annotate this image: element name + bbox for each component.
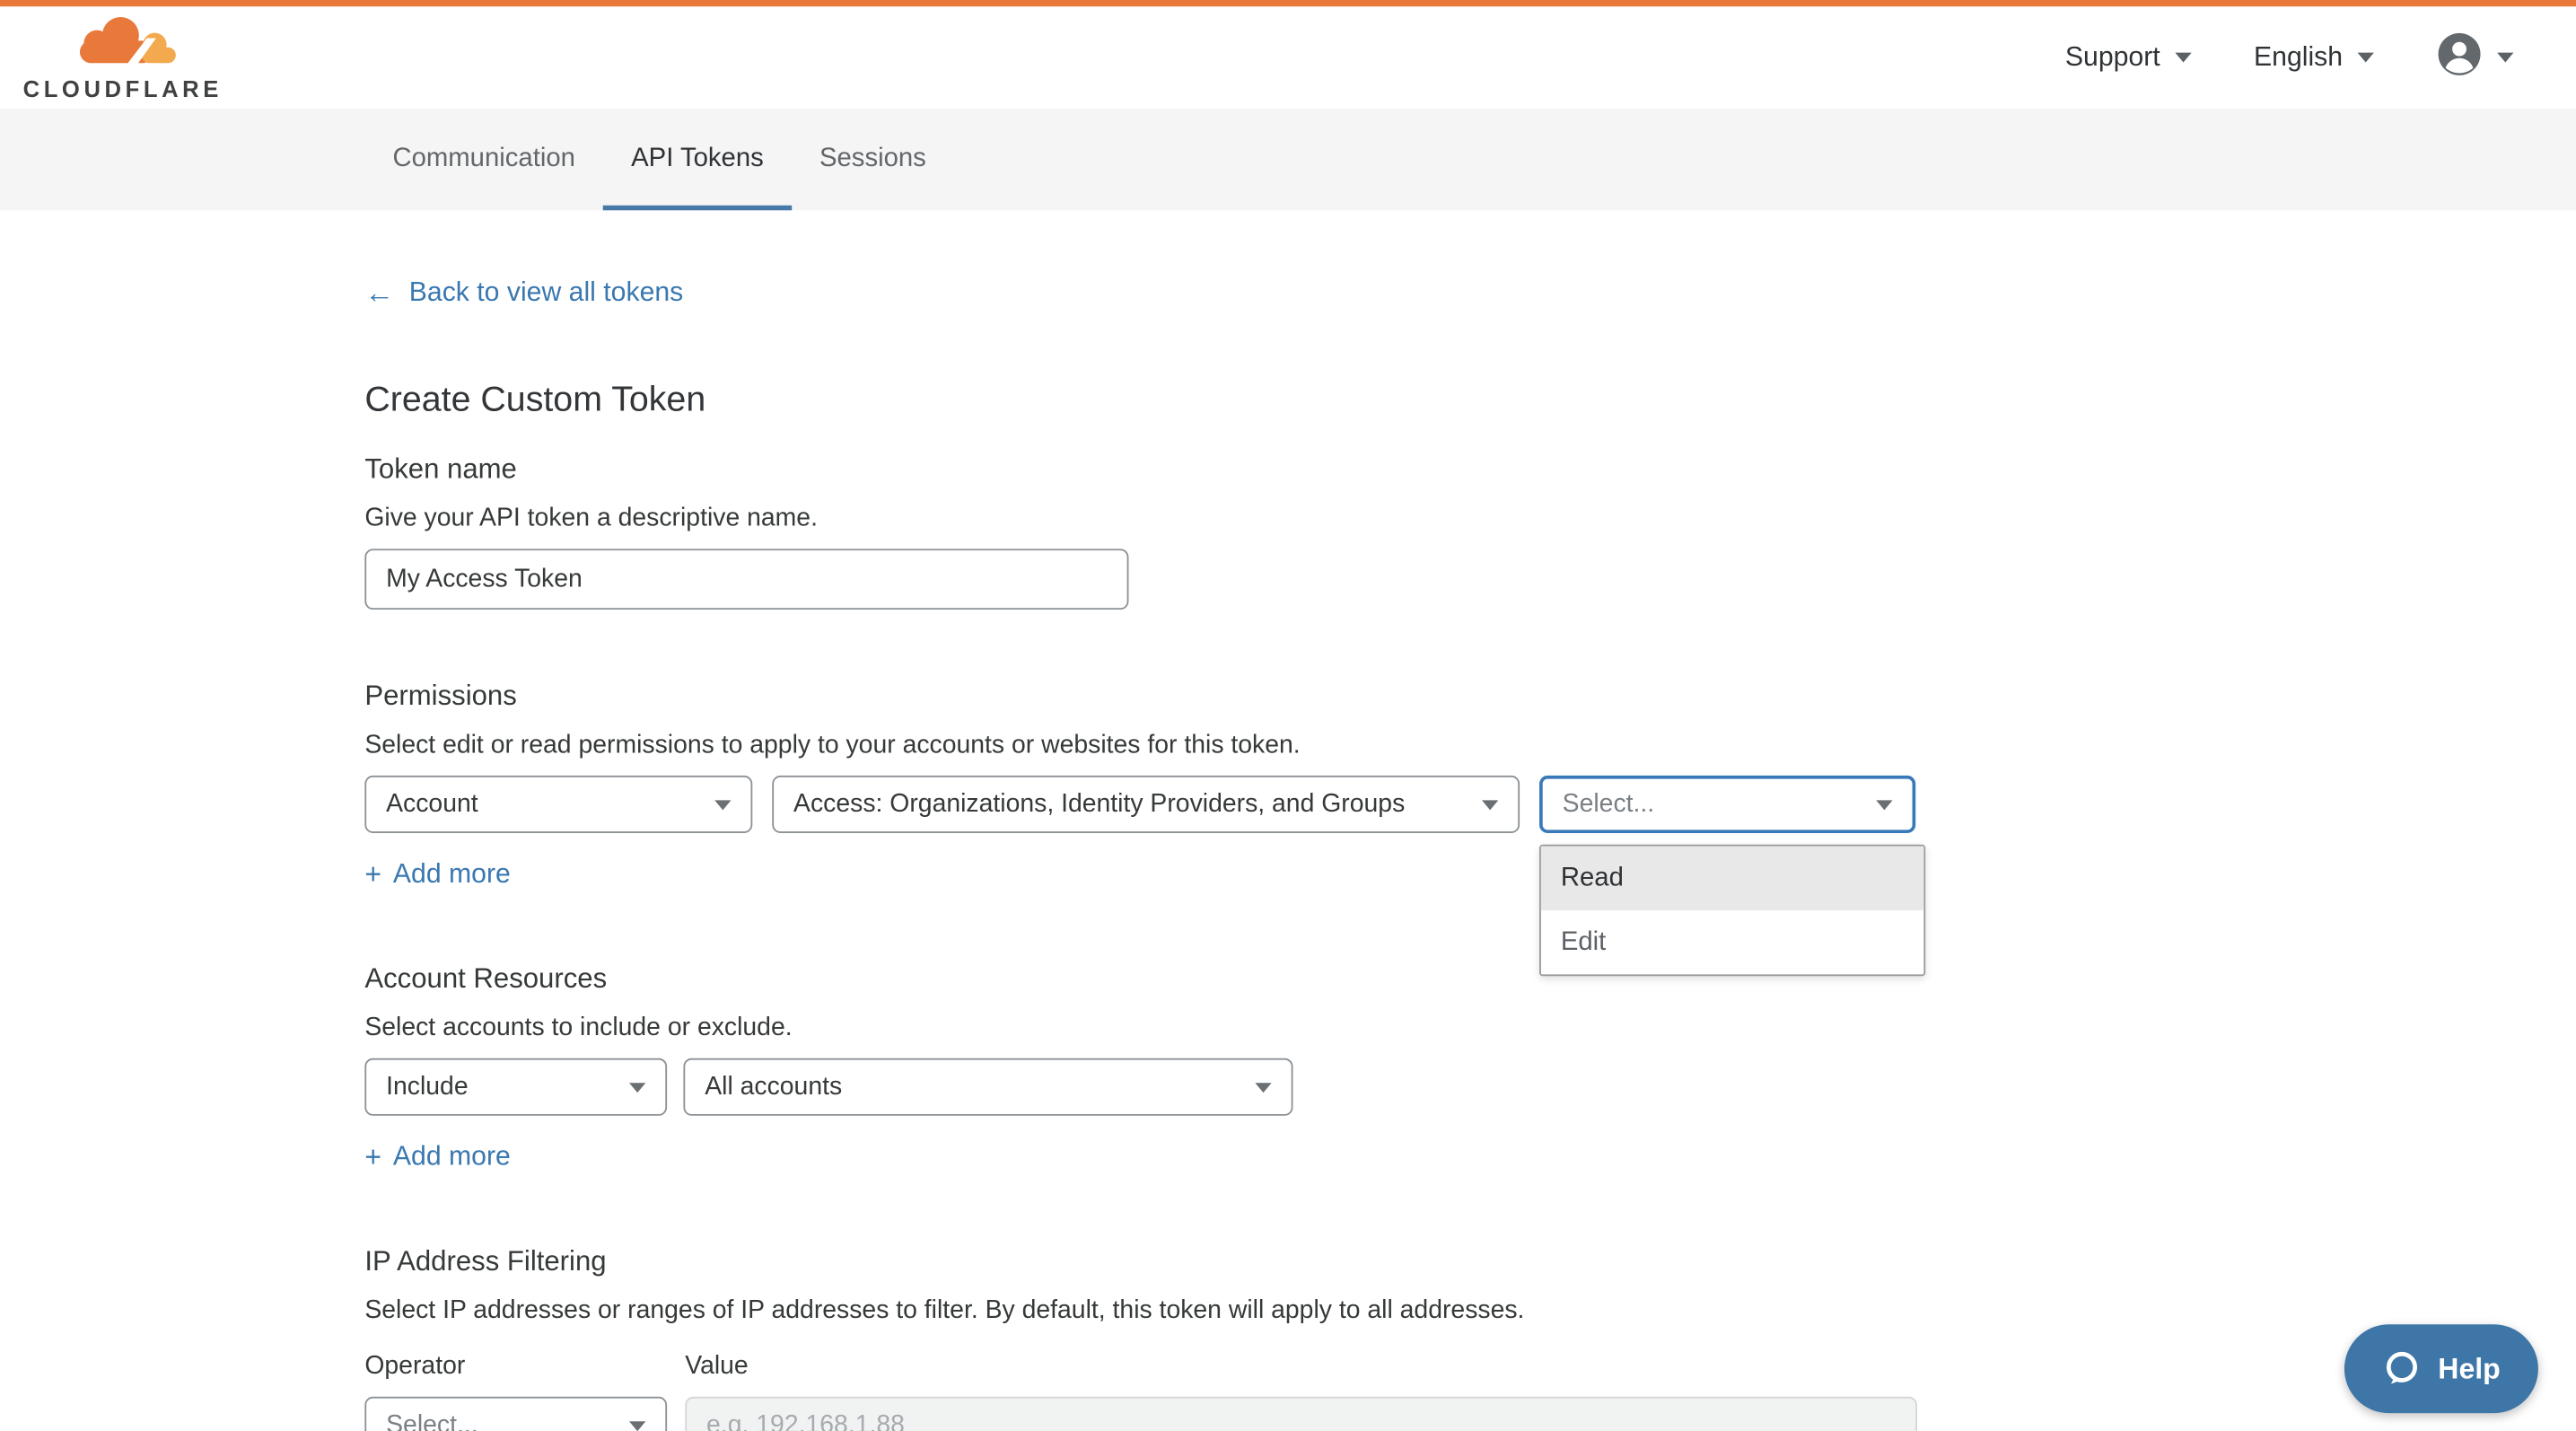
chevron-down-icon [2497,53,2513,63]
ip-value-input[interactable] [685,1397,1917,1431]
support-menu[interactable]: Support [2065,42,2192,74]
account-resources-add-more-link[interactable]: + Add more [364,1140,511,1174]
plus-icon: + [364,1140,381,1174]
permission-scope-select[interactable]: Account [364,776,752,833]
chevron-down-icon [1482,799,1498,809]
value-label: Value [685,1352,748,1382]
user-avatar-icon [2436,31,2482,84]
back-to-tokens-link[interactable]: ← Back to view all tokens [364,276,683,310]
ip-filtering-heading: IP Address Filtering [364,1245,2576,1278]
cloudflare-cloud-icon [67,13,179,75]
chevron-down-icon [2358,53,2374,63]
add-more-label: Add more [393,859,511,891]
permission-level-placeholder: Select... [1563,789,1655,819]
account-resources-heading: Account Resources [364,963,2576,996]
page: CLOUDFLARE Support English [0,0,2576,1431]
accounts-value: All accounts [705,1072,842,1102]
accounts-select[interactable]: All accounts [683,1058,1292,1116]
permissions-row: Account Access: Organizations, Identity … [364,776,2576,833]
header: CLOUDFLARE Support English [0,6,2576,108]
back-arrow-icon: ← [364,276,394,310]
permissions-add-more-link[interactable]: + Add more [364,857,511,891]
account-menu[interactable] [2436,31,2513,84]
tab-sessions[interactable]: Sessions [792,109,954,210]
tab-api-tokens[interactable]: API Tokens [603,109,792,210]
permission-resource-select[interactable]: Access: Organizations, Identity Provider… [772,776,1520,833]
back-link-label: Back to view all tokens [409,277,684,309]
brand-top-bar [0,0,2576,6]
account-mode-select[interactable]: Include [364,1058,667,1116]
ip-filtering-row: Select... [364,1397,2576,1431]
ip-operator-select[interactable]: Select... [364,1397,667,1431]
tab-communication[interactable]: Communication [364,109,603,210]
account-resources-description: Select accounts to include or exclude. [364,1014,2576,1043]
chevron-down-icon [2175,53,2191,63]
help-button[interactable]: Help [2344,1324,2538,1413]
permission-resource-value: Access: Organizations, Identity Provider… [793,789,1405,819]
token-name-heading: Token name [364,453,2576,487]
cloudflare-wordmark: CLOUDFLARE [23,75,223,101]
chevron-down-icon [1876,799,1892,809]
token-name-description: Give your API token a descriptive name. [364,505,2576,534]
language-menu[interactable]: English [2254,42,2374,74]
header-right: Support English [2065,31,2514,84]
chat-bubble-icon [2382,1349,2422,1389]
page-title: Create Custom Token [364,380,2576,421]
operator-label: Operator [364,1352,685,1382]
permission-level-select[interactable]: Select... Read Edit [1539,776,1915,833]
language-label: English [2254,42,2343,74]
chevron-down-icon [714,799,731,809]
chevron-down-icon [1255,1082,1271,1092]
ip-filtering-description: Select IP addresses or ranges of IP addr… [364,1296,2576,1326]
ip-operator-placeholder: Select... [386,1410,478,1431]
token-name-input[interactable] [364,549,1128,610]
cloudflare-logo[interactable]: CLOUDFLARE [23,13,223,102]
plus-icon: + [364,857,381,891]
add-more-label: Add more [393,1142,511,1173]
permissions-heading: Permissions [364,680,2576,714]
permissions-description: Select edit or read permissions to apply… [364,732,2576,761]
help-button-label: Help [2438,1351,2500,1385]
permission-level-menu: Read Edit [1539,845,1925,976]
ip-filtering-labels: Operator Value [364,1352,2576,1382]
permission-scope-value: Account [386,789,478,819]
main-content: ← Back to view all tokens Create Custom … [0,210,2576,1431]
tab-bar: Communication API Tokens Sessions [0,109,2576,210]
chevron-down-icon [629,1420,645,1430]
menu-option-read[interactable]: Read [1541,847,1923,910]
account-mode-value: Include [386,1072,468,1102]
menu-option-edit[interactable]: Edit [1541,910,1923,974]
support-label: Support [2065,42,2160,74]
account-resources-row: Include All accounts [364,1058,2576,1116]
chevron-down-icon [629,1082,645,1092]
